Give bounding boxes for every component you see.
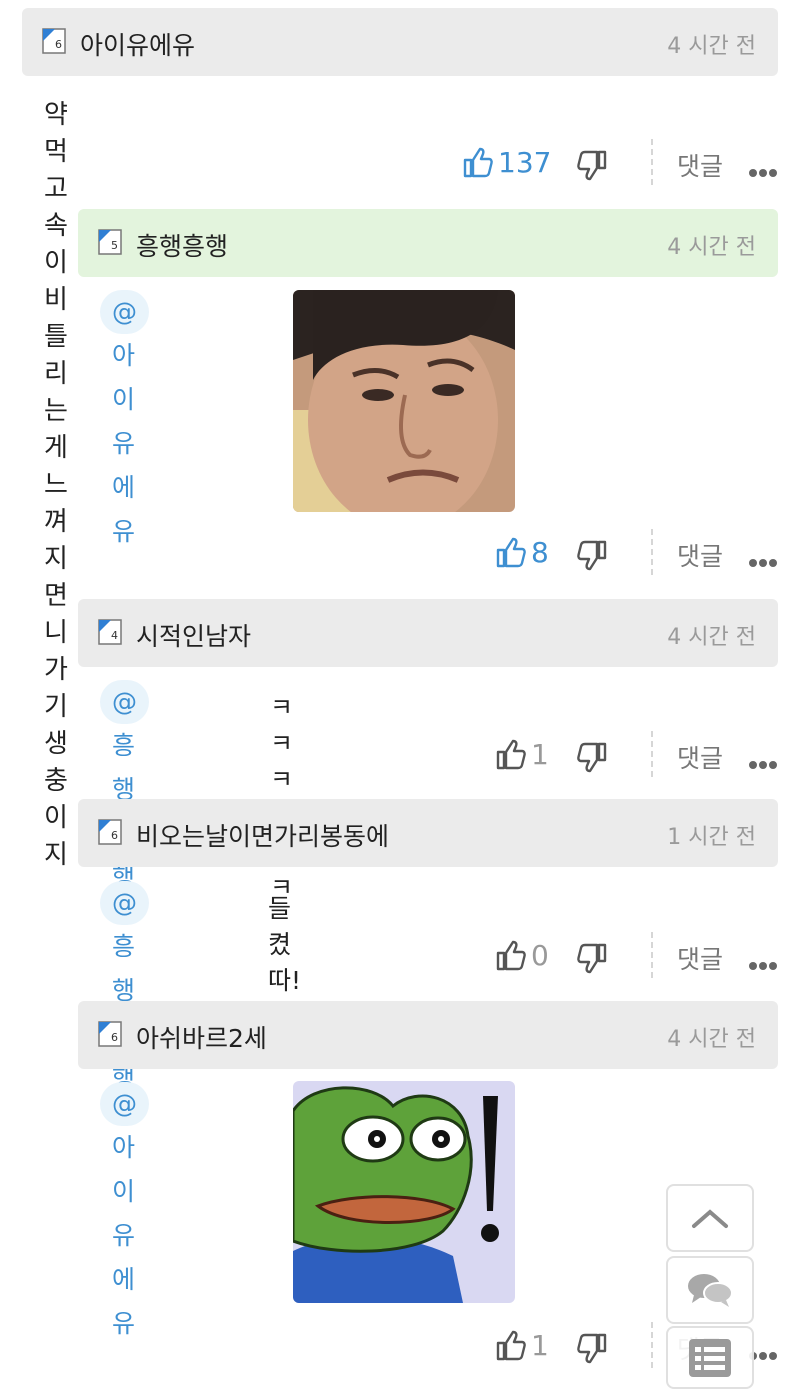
more-options-icon[interactable] — [748, 553, 778, 567]
level-badge-icon: 6 — [98, 819, 122, 845]
timestamp: 4 시간 전 — [667, 1027, 756, 1052]
comment-text: ㅋㅋㅋㅋㅋㅋ — [270, 693, 294, 902]
comment-header: 6 아이유에유 4 시간 전 — [22, 8, 778, 76]
chat-bubbles-icon — [688, 1274, 733, 1307]
dislike-button[interactable] — [576, 942, 608, 980]
comment-header: 5 흥행흥행 4 시간 전 — [78, 209, 778, 277]
svg-text:6: 6 — [111, 1031, 118, 1044]
dislike-button[interactable] — [576, 539, 608, 577]
comment-header: 6 아쉬바르2세 4 시간 전 — [78, 1001, 778, 1069]
mention-tag[interactable]: @아이유에유 — [100, 290, 149, 546]
more-options-icon[interactable] — [748, 956, 778, 970]
timestamp: 1 시간 전 — [667, 825, 756, 850]
reply-button[interactable]: 댓글 — [677, 739, 723, 775]
divider — [651, 529, 653, 575]
username[interactable]: 비오는날이면가리봉동에 — [136, 817, 389, 853]
thumbs-down-icon — [577, 540, 607, 571]
timestamp: 4 시간 전 — [667, 235, 756, 260]
mention-tag[interactable]: @흥행흥행 — [100, 680, 149, 892]
comment-actions: 0 댓글 — [0, 932, 800, 988]
thumbs-up-icon — [496, 739, 526, 770]
scroll-top-button[interactable] — [666, 1184, 754, 1252]
reply-button[interactable]: 댓글 — [677, 940, 723, 976]
dislike-button[interactable] — [576, 149, 608, 187]
man-face-sticker — [293, 290, 515, 512]
timestamp: 4 시간 전 — [667, 625, 756, 650]
username[interactable]: 시적인남자 — [136, 617, 251, 653]
comment-actions: 8 댓글 — [0, 529, 800, 585]
thumbs-up-icon — [496, 1330, 526, 1361]
comment-actions: 137 댓글 — [0, 139, 800, 195]
divider — [651, 731, 653, 777]
level-badge-icon: 4 — [98, 619, 122, 645]
comment-actions: 1 댓글 — [0, 731, 800, 787]
dislike-button[interactable] — [576, 1332, 608, 1370]
svg-text:4: 4 — [111, 629, 118, 642]
thumbs-down-icon — [577, 1333, 607, 1364]
divider — [651, 932, 653, 978]
comment-header: 6 비오는날이면가리봉동에 1 시간 전 — [78, 799, 778, 867]
pepe-frog-sticker — [293, 1081, 515, 1303]
list-icon — [689, 1338, 731, 1377]
svg-text:6: 6 — [111, 829, 118, 842]
thumbs-up-icon — [463, 147, 493, 178]
reply-button[interactable]: 댓글 — [677, 537, 723, 573]
divider — [651, 139, 653, 185]
like-button[interactable]: 0 — [495, 938, 549, 972]
like-count: 0 — [531, 938, 549, 972]
level-badge-icon: 5 — [98, 229, 122, 255]
list-button[interactable] — [666, 1326, 754, 1389]
svg-text:6: 6 — [55, 38, 62, 51]
thumbs-down-icon — [577, 943, 607, 974]
divider — [651, 1322, 653, 1368]
chevron-up-icon — [692, 1209, 728, 1228]
thumbs-down-icon — [577, 742, 607, 773]
username[interactable]: 흥행흥행 — [136, 227, 228, 263]
level-badge-icon: 6 — [42, 28, 66, 54]
timestamp: 4 시간 전 — [667, 34, 756, 59]
like-button[interactable]: 1 — [495, 1328, 549, 1362]
like-button[interactable]: 137 — [462, 145, 551, 179]
like-count: 137 — [498, 145, 552, 179]
reply-button[interactable]: 댓글 — [677, 147, 723, 183]
svg-text:5: 5 — [111, 239, 118, 252]
more-options-icon[interactable] — [748, 163, 778, 177]
comment-header: 4 시적인남자 4 시간 전 — [78, 599, 778, 667]
like-count: 1 — [531, 737, 549, 771]
username[interactable]: 아쉬바르2세 — [136, 1019, 267, 1055]
username[interactable]: 아이유에유 — [80, 26, 195, 62]
like-button[interactable]: 1 — [495, 737, 549, 771]
thumbs-up-icon — [496, 537, 526, 568]
thumbs-down-icon — [577, 150, 607, 181]
mention-tag[interactable]: @흥행흥행 — [100, 881, 149, 1093]
like-count: 8 — [531, 535, 549, 569]
mention-tag[interactable]: @아이유에유 — [100, 1082, 149, 1338]
comments-button[interactable] — [666, 1256, 754, 1324]
level-badge-icon: 6 — [98, 1021, 122, 1047]
thumbs-up-icon — [496, 940, 526, 971]
like-button[interactable]: 8 — [495, 535, 549, 569]
dislike-button[interactable] — [576, 741, 608, 779]
like-count: 1 — [531, 1328, 549, 1362]
more-options-icon[interactable] — [748, 755, 778, 769]
